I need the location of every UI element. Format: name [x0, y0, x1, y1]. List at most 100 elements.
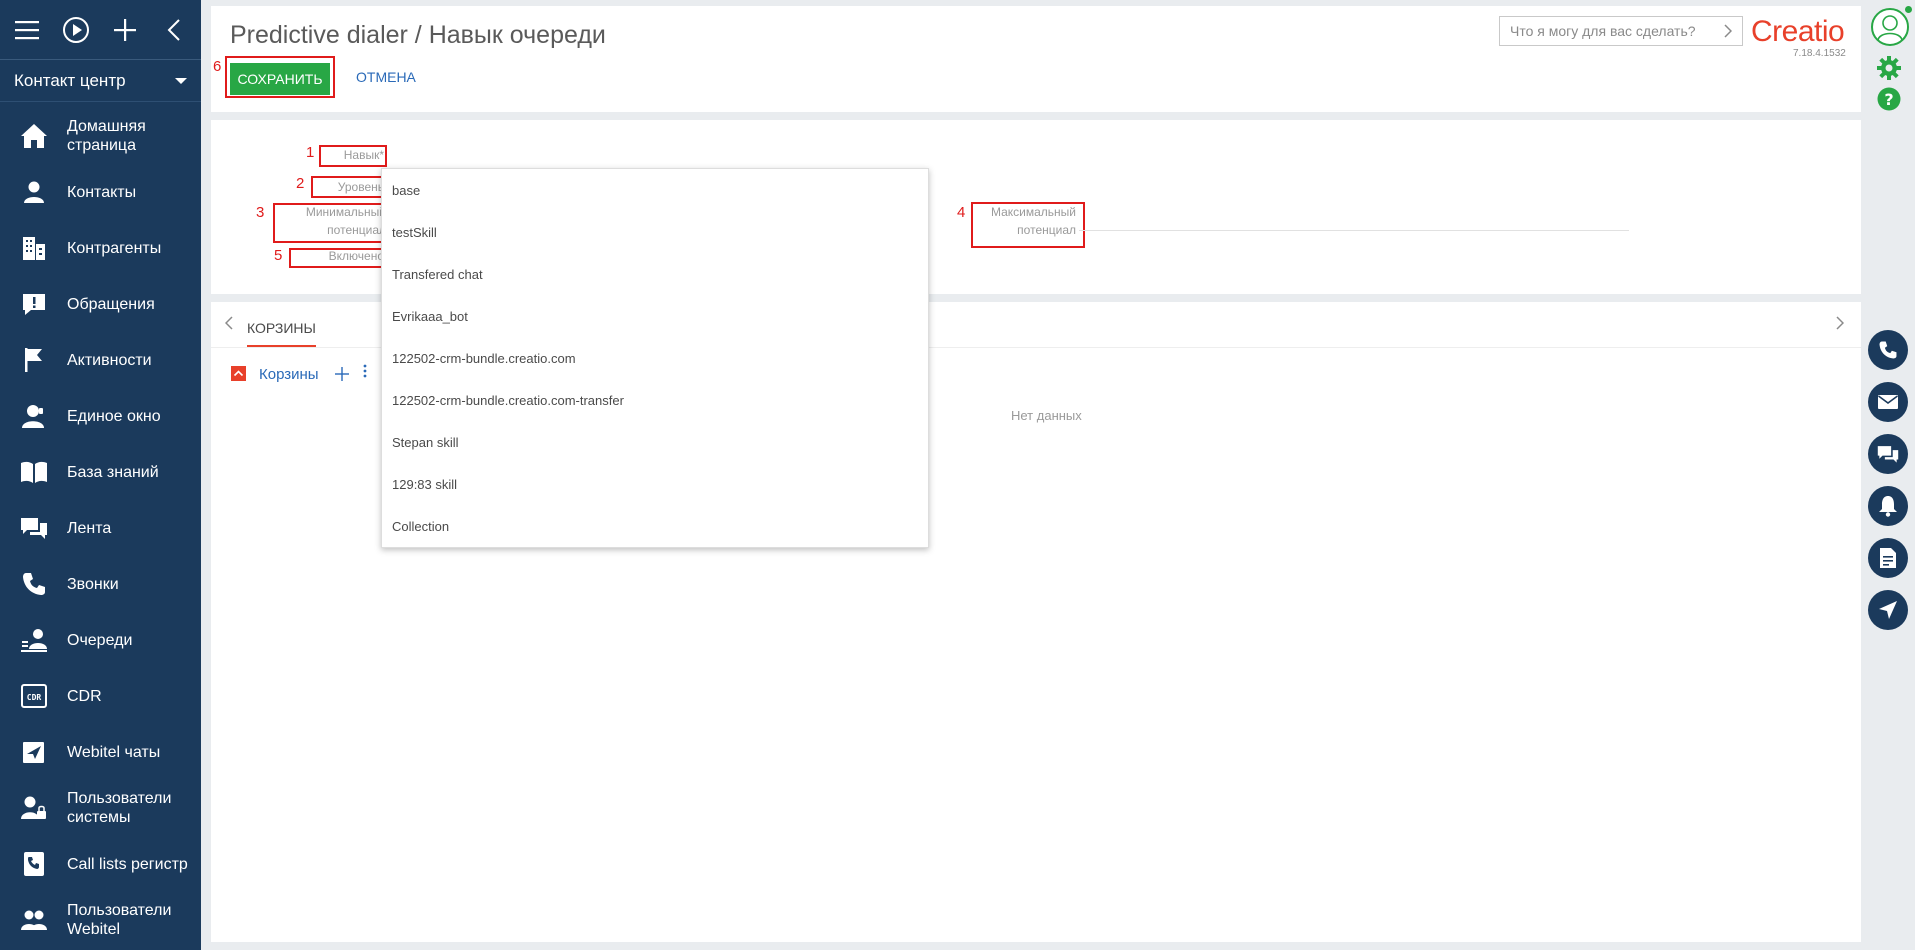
tab-baskets[interactable]: КОРЗИНЫ — [247, 320, 316, 348]
plus-icon — [113, 18, 136, 41]
users-icon — [18, 904, 50, 936]
annotation-number-1: 1 — [306, 144, 315, 161]
annotation-number-2: 2 — [296, 175, 305, 192]
tabs-scroll-right-button[interactable] — [1836, 314, 1845, 335]
sidebar-item-label: Активности — [67, 351, 152, 369]
skill-dropdown-list: base testSkill Transfered chat Evrikaaa_… — [381, 168, 929, 548]
sidebar-item-label: Звонки — [67, 575, 119, 593]
paper-plane-icon — [1879, 601, 1897, 619]
email-button[interactable] — [1868, 382, 1908, 422]
ctiphone-button[interactable] — [1868, 330, 1908, 370]
dropdown-option[interactable]: Transfered chat — [382, 253, 928, 295]
run-process-button[interactable] — [61, 13, 92, 47]
plus-icon — [335, 367, 349, 381]
sidebar-item-label: Пользователи Webitel — [67, 902, 172, 938]
sidebar-item-queues[interactable]: Очереди — [0, 612, 201, 668]
notifications-button[interactable] — [1868, 486, 1908, 526]
sidebar-item-label: Контрагенты — [67, 239, 162, 257]
sidebar-item-home[interactable]: Домашняя страница — [0, 108, 201, 164]
dropdown-option[interactable]: 129:83 skill — [382, 463, 928, 505]
hamburger-menu-button[interactable] — [12, 13, 43, 47]
chats-button[interactable] — [1868, 434, 1908, 474]
gear-icon — [1877, 56, 1901, 80]
sidebar-toolbar — [0, 0, 201, 60]
svg-text:?: ? — [1884, 90, 1893, 109]
detail-collapse-button[interactable] — [231, 366, 246, 381]
workspace-selector[interactable]: Контакт центр — [0, 60, 201, 102]
sidebar-item-contacts[interactable]: Контакты — [0, 164, 201, 220]
queue-icon — [18, 624, 50, 656]
page-header: Predictive dialer / Навык очереди Что я … — [211, 6, 1861, 112]
chat-send-icon — [18, 736, 50, 768]
sidebar-item-system-users[interactable]: Пользователи системы — [0, 780, 201, 836]
play-circle-icon — [63, 16, 90, 43]
annotation-number-6: 6 — [213, 58, 222, 75]
exclamation-icon — [18, 288, 50, 320]
caret-down-icon — [175, 77, 187, 84]
version-label: 7.18.4.1532 — [1793, 48, 1846, 59]
building-icon — [18, 232, 50, 264]
dropdown-option[interactable]: testSkill — [382, 211, 928, 253]
detail-title-baskets[interactable]: Корзины — [259, 366, 319, 383]
sidebar-item-feed[interactable]: Лента — [0, 500, 201, 556]
chevron-up-icon — [233, 370, 244, 377]
sidebar-item-activities[interactable]: Активности — [0, 332, 201, 388]
kebab-menu-icon — [363, 364, 367, 378]
sidebar-item-knowledge-base[interactable]: База знаний — [0, 444, 201, 500]
dropdown-option[interactable]: 122502-crm-bundle.creatio.com — [382, 337, 928, 379]
max-capacity-input[interactable] — [1079, 230, 1629, 231]
detail-add-button[interactable] — [335, 361, 349, 387]
chevron-left-icon — [167, 18, 180, 41]
webitel-send-button[interactable] — [1868, 590, 1908, 630]
sidebar-item-accounts[interactable]: Контрагенты — [0, 220, 201, 276]
sidebar-item-label: Единое окно — [67, 407, 161, 425]
person-icon — [18, 176, 50, 208]
sidebar-item-webitel-chats[interactable]: Webitel чаты — [0, 724, 201, 780]
cdr-icon: CDR — [18, 680, 50, 712]
agent-icon — [18, 400, 50, 432]
detail-actions-button[interactable] — [363, 362, 367, 383]
annotation-box-4 — [971, 202, 1085, 248]
user-avatar-icon — [1877, 15, 1903, 42]
sidebar-item-single-window[interactable]: Единое окно — [0, 388, 201, 444]
creatio-logo: Creatio — [1751, 15, 1845, 48]
feed-button[interactable] — [1868, 538, 1908, 578]
user-profile-button[interactable] — [1871, 8, 1909, 46]
dropdown-option[interactable]: Stepan skill — [382, 421, 928, 463]
workspace-label: Контакт центр — [14, 70, 126, 90]
hamburger-icon — [15, 20, 40, 39]
cancel-button[interactable]: ОТМЕНА — [356, 69, 416, 85]
annotation-box-5 — [289, 248, 387, 268]
dropdown-option[interactable]: 122502-crm-bundle.creatio.com-transfer — [382, 379, 928, 421]
sidebar-item-label: Обращения — [67, 295, 155, 313]
chevron-right-icon — [1836, 316, 1845, 330]
dropdown-option[interactable]: Evrikaaa_bot — [382, 295, 928, 337]
help-button[interactable]: ? — [1871, 81, 1907, 117]
sidebar-item-calls[interactable]: Звонки — [0, 556, 201, 612]
phone-icon — [1879, 341, 1897, 359]
dropdown-option[interactable]: Collection — [382, 505, 928, 547]
tabs-scroll-left-button[interactable] — [224, 314, 233, 335]
annotation-box-6 — [225, 56, 335, 98]
annotation-box-1 — [319, 145, 387, 167]
section-menu: Домашняя страница Контакты Контрагенты О… — [0, 102, 201, 948]
add-button[interactable] — [110, 13, 141, 47]
sidebar-item-label: CDR — [67, 687, 102, 705]
document-icon — [1880, 548, 1896, 568]
command-search-input[interactable]: Что я могу для вас сделать? — [1499, 16, 1743, 46]
left-sidebar: Контакт центр Домашняя страница Контакты… — [0, 0, 201, 950]
envelope-icon — [1878, 395, 1898, 409]
no-data-message: Нет данных — [1011, 408, 1082, 423]
annotation-box-2 — [311, 176, 385, 198]
collapse-sidebar-button[interactable] — [158, 13, 189, 47]
dropdown-option[interactable]: base — [382, 169, 928, 211]
book-icon — [18, 456, 50, 488]
svg-text:CDR: CDR — [27, 693, 42, 702]
search-placeholder: Что я могу для вас сделать? — [1510, 23, 1696, 39]
sidebar-item-call-lists[interactable]: Call lists регистр — [0, 836, 201, 892]
sidebar-item-cdr[interactable]: CDR CDR — [0, 668, 201, 724]
sidebar-item-cases[interactable]: Обращения — [0, 276, 201, 332]
home-icon — [18, 120, 50, 152]
bell-icon — [1879, 496, 1897, 517]
sidebar-item-webitel-users[interactable]: Пользователи Webitel — [0, 892, 201, 948]
